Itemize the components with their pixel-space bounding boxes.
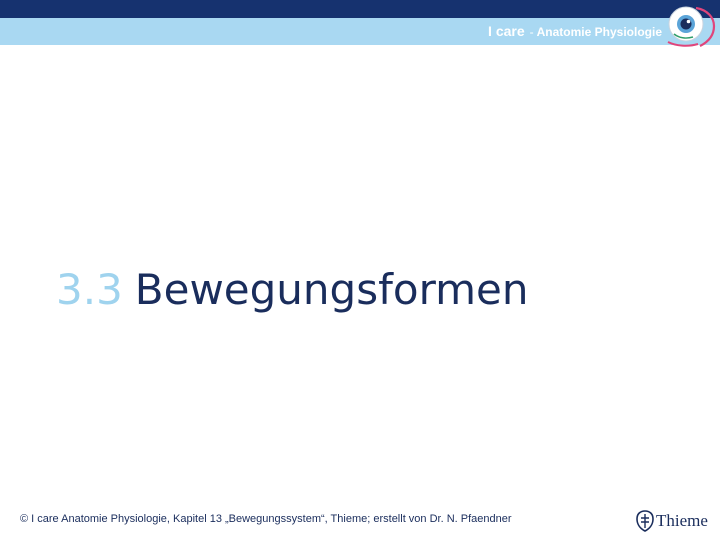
brand-subtitle: Anatomie Physiologie: [536, 25, 662, 39]
slide: I care - Anatomie Physiologie 3.3 Bewegun…: [0, 0, 720, 540]
brand-wordmark: I care - Anatomie Physiologie: [488, 23, 662, 41]
header-top-bar: [0, 0, 720, 18]
footer-copyright: © I care Anatomie Physiologie, Kapitel 1…: [20, 513, 512, 525]
section-number: 3.3: [56, 265, 123, 314]
eye-icon: [667, 6, 716, 47]
section-heading: 3.3 Bewegungsformen: [56, 262, 528, 318]
brand-main: I care: [488, 23, 525, 39]
publisher-logo: Thieme: [636, 509, 708, 533]
brand-separator: -: [529, 25, 534, 39]
section-title: Bewegungsformen: [134, 265, 529, 314]
publisher-name: Thieme: [656, 511, 708, 530]
thieme-seal-icon: [636, 510, 654, 532]
